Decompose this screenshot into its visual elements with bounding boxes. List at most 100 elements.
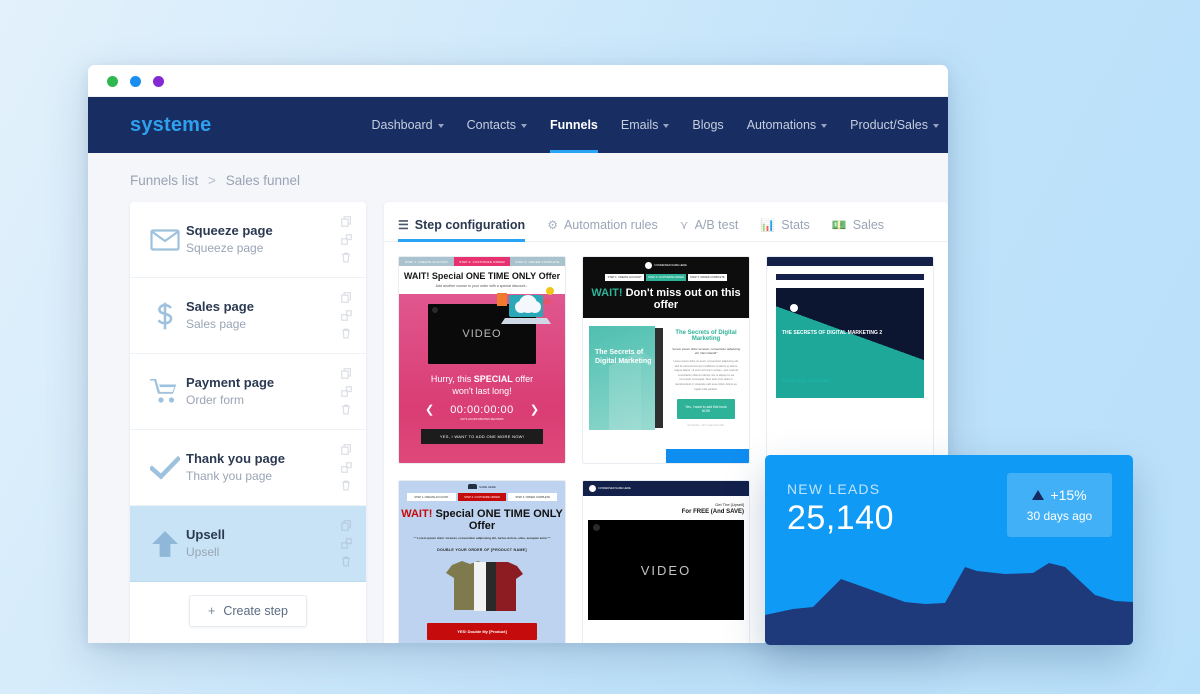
tab-ab-test[interactable]: ⋎ A/B test bbox=[680, 218, 739, 241]
nav-item-emails[interactable]: Emails bbox=[621, 97, 670, 153]
step-subtitle: Upsell bbox=[186, 545, 220, 560]
step-2: STEP 2: CUSTOMIZE ORDER bbox=[454, 257, 510, 266]
link-icon[interactable] bbox=[340, 310, 352, 321]
tab-automation-rules[interactable]: ⚙ Automation rules bbox=[547, 218, 658, 241]
headline-accent: WAIT! bbox=[591, 287, 623, 299]
step-row-sales-page[interactable]: Sales page Sales page bbox=[130, 278, 366, 354]
trash-icon[interactable] bbox=[341, 404, 351, 415]
brand-name: CONDENSED NAME HERE bbox=[654, 264, 687, 267]
step-text: Upsell Upsell bbox=[186, 526, 338, 561]
purple-dot[interactable] bbox=[153, 76, 164, 87]
offer-column: The Secrets of Digital Marketing "Lorem … bbox=[669, 326, 743, 463]
blue-dot[interactable] bbox=[130, 76, 141, 87]
tab-step-configuration[interactable]: ☰ Step configuration bbox=[398, 218, 526, 242]
brand-logo bbox=[645, 262, 653, 269]
book-face: The Secrets of Digital Marketing bbox=[589, 326, 655, 430]
link-icon[interactable] bbox=[340, 462, 352, 473]
copy-icon[interactable] bbox=[340, 520, 352, 531]
link-icon[interactable] bbox=[340, 386, 352, 397]
tab-label: Stats bbox=[781, 218, 810, 232]
link-icon[interactable] bbox=[340, 538, 352, 549]
template-preview: CONDENSED NAME HERE STEP 1: CREATE ACCOU… bbox=[583, 257, 749, 463]
countdown-timer: 00:00:00:00 bbox=[450, 404, 514, 417]
new-leads-stat-card: NEW LEADS 25,140 +15% 30 days ago bbox=[765, 455, 1133, 645]
headline-accent: WAIT! bbox=[401, 508, 433, 521]
nav-item-dashboard[interactable]: Dashboard bbox=[371, 97, 444, 153]
template-preview: STEP 1: CREATE ACCOUNT STEP 2: CUSTOMIZE… bbox=[399, 257, 565, 463]
checkout-steps: STEP 1: CREATE ACCOUNT STEP 2: CUSTOMIZE… bbox=[605, 274, 727, 281]
template-headline: WAIT! Special ONE TIME ONLY Offer bbox=[399, 508, 565, 532]
template-preview: THE SECRETS OF DIGITAL MARKETING 2 DOWNL… bbox=[767, 257, 933, 463]
urgency-part: Hurry, this bbox=[430, 374, 472, 384]
step-subtitle: Order form bbox=[186, 393, 245, 408]
breadcrumb-root[interactable]: Funnels list bbox=[130, 173, 198, 188]
video-label: VIDEO bbox=[640, 562, 692, 578]
cta-button: YES! Double My [Product] bbox=[427, 623, 537, 641]
step-row-inactive-page[interactable]: Inactive page This page is displayed whe… bbox=[130, 640, 366, 643]
systeme-logo[interactable]: systeme bbox=[130, 114, 211, 137]
funnel-steps-panel: Squeeze page Squeeze page Sales page Sal… bbox=[130, 202, 366, 643]
copy-icon[interactable] bbox=[340, 444, 352, 455]
template-header: CONDENSED NAME HERE bbox=[583, 481, 749, 496]
step-text: Thank you page Thank you page bbox=[186, 450, 338, 485]
cart-icon bbox=[144, 378, 186, 405]
step-text: Squeeze page Squeeze page bbox=[186, 222, 338, 257]
green-dot[interactable] bbox=[107, 76, 118, 87]
template-card-pink-one-time-offer[interactable]: STEP 1: CREATE ACCOUNT STEP 2: CUSTOMIZE… bbox=[398, 256, 566, 464]
nav-item-product-sales[interactable]: Product/Sales bbox=[850, 97, 939, 153]
copy-icon[interactable] bbox=[340, 292, 352, 303]
template-card-dark-video-upsell[interactable]: CONDENSED NAME HERE Get The [Upsell] For… bbox=[582, 480, 750, 643]
link-icon[interactable] bbox=[340, 234, 352, 245]
step-subtitle: Sales page bbox=[186, 317, 247, 332]
step-actions bbox=[338, 520, 354, 567]
step-row-thank-you-page[interactable]: Thank you page Thank you page bbox=[130, 430, 366, 506]
trash-icon[interactable] bbox=[341, 328, 351, 339]
offer-title: The Secrets of Digital Marketing bbox=[675, 330, 737, 342]
triangle-up-icon bbox=[1032, 490, 1045, 500]
trash-icon[interactable] bbox=[341, 480, 351, 491]
create-step-button[interactable]: + Create step bbox=[189, 595, 307, 627]
tab-sales[interactable]: 💵 Sales bbox=[832, 218, 884, 241]
breadcrumb-current: Sales funnel bbox=[225, 173, 301, 188]
template-body: Get The [Upsell] For FREE (And SAVE) VID… bbox=[583, 496, 749, 643]
tab-bar: ☰ Step configuration ⚙ Automation rules … bbox=[384, 202, 948, 242]
trash-icon[interactable] bbox=[341, 556, 351, 567]
nav-item-blogs[interactable]: Blogs bbox=[692, 97, 723, 153]
breadcrumb-separator: > bbox=[208, 173, 216, 188]
headline-rest: Special ONE TIME ONLY Offer bbox=[435, 508, 563, 533]
chevron-down-icon: ❮ bbox=[424, 403, 435, 416]
step-actions bbox=[338, 216, 354, 263]
template-card-dark-ebook-offer[interactable]: CONDENSED NAME HERE STEP 1: CREATE ACCOU… bbox=[582, 256, 750, 464]
nav-item-funnels[interactable]: Funnels bbox=[549, 97, 598, 153]
decline-note: No thanks, I don't want this offer bbox=[687, 424, 725, 428]
template-card-tshirt-double-order[interactable]: NAME HERE STEP 1: CREATE ACCOUNT STEP 2:… bbox=[398, 480, 566, 643]
template-card-teal-ebook-partial[interactable]: THE SECRETS OF DIGITAL MARKETING 2 DOWNL… bbox=[766, 256, 934, 464]
urgency-part: won't last long! bbox=[452, 386, 512, 397]
step-text: Payment page Order form bbox=[186, 374, 338, 409]
tab-stats[interactable]: 📊 Stats bbox=[760, 218, 809, 241]
nav-item-contacts[interactable]: Contacts bbox=[467, 97, 527, 153]
brand-name: CONDENSED NAME HERE bbox=[598, 487, 631, 490]
bar-chart-icon: 📊 bbox=[760, 218, 776, 232]
step-row-upsell[interactable]: Upsell Upsell bbox=[130, 506, 366, 582]
chevron-down-icon bbox=[933, 124, 939, 128]
book-cover: THE SECRETS OF DIGITAL MARKETING 2 DOWNL… bbox=[776, 288, 924, 398]
copy-icon[interactable] bbox=[340, 368, 352, 379]
step-row-squeeze-page[interactable]: Squeeze page Squeeze page bbox=[130, 202, 366, 278]
nav-item-automations[interactable]: Automations bbox=[747, 97, 828, 153]
create-step-row: + Create step bbox=[130, 582, 366, 640]
nav-label: Dashboard bbox=[371, 118, 433, 132]
template-preview: CONDENSED NAME HERE Get The [Upsell] For… bbox=[583, 481, 749, 643]
checkout-steps: STEP 1: CREATE ACCOUNT STEP 2: CUSTOMIZE… bbox=[407, 493, 558, 502]
trash-icon[interactable] bbox=[341, 252, 351, 263]
headline-part: Offer bbox=[538, 271, 561, 281]
template-subheadline: "" Lorem ipsum dolor sit amet, consectet… bbox=[413, 536, 551, 541]
copy-icon[interactable] bbox=[340, 216, 352, 227]
illustration bbox=[497, 287, 554, 324]
step-3: STEP 3: ORDER COMPLETE bbox=[509, 257, 565, 266]
brand-name: NAME HERE bbox=[479, 484, 496, 489]
envelope-icon bbox=[144, 228, 186, 251]
brand-logo bbox=[468, 484, 478, 490]
step-row-payment-page[interactable]: Payment page Order form bbox=[130, 354, 366, 430]
book-art bbox=[609, 350, 655, 430]
